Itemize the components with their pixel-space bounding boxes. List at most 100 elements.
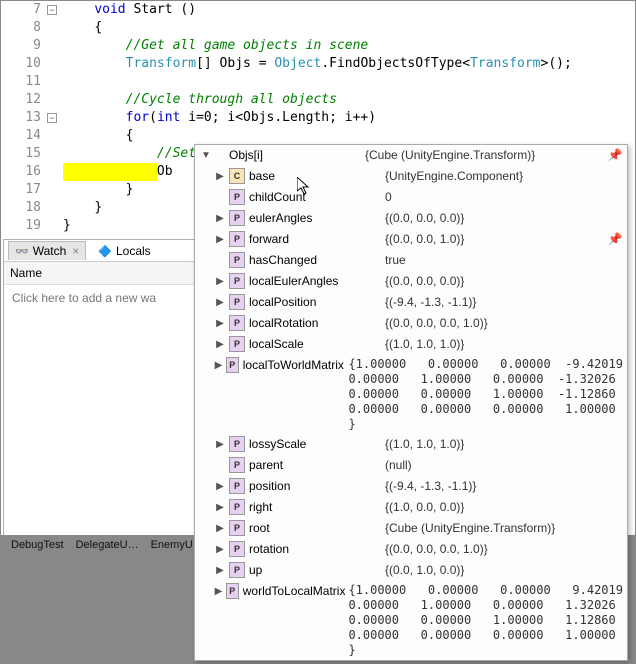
datatip-member-row[interactable]: PlocalToWorldMatrix{1.00000 0.00000 0.00… xyxy=(195,355,627,434)
member-name: right xyxy=(249,497,385,518)
member-value: {(1.0, 1.0, 1.0)} xyxy=(385,434,623,455)
property-icon: P xyxy=(229,562,245,578)
property-icon: P xyxy=(229,520,245,536)
watch-add-hint[interactable]: Click here to add a new wa xyxy=(4,285,222,311)
datatip-member-row[interactable]: Pup{(0.0, 1.0, 0.0)} xyxy=(195,560,627,581)
doc-tab[interactable]: DelegateU… xyxy=(76,539,139,551)
datatip-member-row[interactable]: Pforward{(0.0, 0.0, 1.0)}📌 xyxy=(195,229,627,250)
member-value: {(0.0, 0.0, 1.0)} xyxy=(385,229,607,250)
property-icon: P xyxy=(229,478,245,494)
expand-toggle[interactable] xyxy=(213,497,227,518)
debug-datatip[interactable]: Objs[i] {Cube (UnityEngine.Transform)} 📌… xyxy=(194,144,628,661)
code-text: .FindObjectsOfType< xyxy=(321,56,470,71)
fold-toggle[interactable]: − xyxy=(47,5,57,15)
datatip-member-row[interactable]: Pparent(null) xyxy=(195,455,627,476)
identifier-hover[interactable]: Ob xyxy=(157,164,173,179)
datatip-member-row[interactable]: Pposition{(-9.4, -1.3, -1.1)} xyxy=(195,476,627,497)
member-name: lossyScale xyxy=(249,434,385,455)
code-text xyxy=(63,164,157,179)
code-text: >(); xyxy=(541,56,572,71)
expand-toggle[interactable] xyxy=(213,355,224,376)
line-number: 14 xyxy=(1,127,41,145)
member-name: rotation xyxy=(249,539,385,560)
property-icon: P xyxy=(226,357,239,373)
line-number: 19 xyxy=(1,217,41,235)
property-icon: P xyxy=(229,210,245,226)
datatip-member-row[interactable]: Pright{(1.0, 0.0, 0.0)} xyxy=(195,497,627,518)
datatip-member-row[interactable]: PworldToLocalMatrix{1.00000 0.00000 0.00… xyxy=(195,581,627,660)
type: Transform xyxy=(126,56,196,71)
member-value: {1.00000 0.00000 0.00000 9.42019 0.00000… xyxy=(348,581,623,660)
expand-toggle[interactable] xyxy=(213,208,227,229)
datatip-member-row[interactable]: PlocalPosition{(-9.4, -1.3, -1.1)} xyxy=(195,292,627,313)
expand-toggle[interactable] xyxy=(213,313,227,334)
member-name: up xyxy=(249,560,385,581)
expand-toggle[interactable] xyxy=(213,166,227,187)
expand-toggle[interactable] xyxy=(213,434,227,455)
datatip-member-row[interactable]: Proot{Cube (UnityEngine.Transform)} xyxy=(195,518,627,539)
watch-column-name[interactable]: Name xyxy=(4,262,222,285)
brace: { xyxy=(94,20,102,35)
property-icon: P xyxy=(229,541,245,557)
fold-toggle[interactable]: − xyxy=(47,113,57,123)
member-value: {(0.0, 1.0, 0.0)} xyxy=(385,560,623,581)
datatip-member-row[interactable]: PlocalRotation{(0.0, 0.0, 0.0, 1.0)} xyxy=(195,313,627,334)
tab-locals[interactable]: Locals xyxy=(92,242,156,260)
watch-panel[interactable]: Watch × Locals Name Click here to add a … xyxy=(3,239,223,539)
property-icon: P xyxy=(229,294,245,310)
expand-toggle[interactable] xyxy=(213,334,227,355)
datatip-root-row[interactable]: Objs[i] {Cube (UnityEngine.Transform)} 📌 xyxy=(195,145,627,166)
watch-icon xyxy=(15,244,29,258)
expand-toggle[interactable] xyxy=(213,539,227,560)
property-icon: P xyxy=(229,273,245,289)
property-icon: P xyxy=(226,583,239,599)
expand-toggle[interactable] xyxy=(213,476,227,497)
member-name: root xyxy=(249,518,385,539)
member-name: worldToLocalMatrix xyxy=(243,581,349,602)
tab-watch[interactable]: Watch × xyxy=(8,241,86,260)
locals-icon xyxy=(98,244,112,258)
datatip-member-row[interactable]: PeulerAngles{(0.0, 0.0, 0.0)} xyxy=(195,208,627,229)
line-number: 17 xyxy=(1,181,41,199)
expand-toggle[interactable] xyxy=(213,581,224,602)
property-icon: P xyxy=(229,189,245,205)
pin-icon[interactable]: 📌 xyxy=(607,229,623,250)
member-value: {Cube (UnityEngine.Transform)} xyxy=(385,518,623,539)
datatip-member-row[interactable]: PhasChangedtrue xyxy=(195,250,627,271)
pin-icon[interactable]: 📌 xyxy=(607,145,623,166)
datatip-member-row[interactable]: PlocalScale{(1.0, 1.0, 1.0)} xyxy=(195,334,627,355)
datatip-member-row[interactable]: PchildCount0 xyxy=(195,187,627,208)
member-name: localScale xyxy=(249,334,385,355)
datatip-member-row[interactable]: Cbase{UnityEngine.Component} xyxy=(195,166,627,187)
doc-tab[interactable]: DebugTest xyxy=(11,539,64,551)
doc-tab[interactable]: EnemyU xyxy=(151,539,193,551)
line-number: 9 xyxy=(1,37,41,55)
datatip-member-row[interactable]: Protation{(0.0, 0.0, 0.0, 1.0)} xyxy=(195,539,627,560)
line-number: 10 xyxy=(1,55,41,73)
comment: //Get all game objects in scene xyxy=(126,38,369,53)
member-name: localPosition xyxy=(249,292,385,313)
brace: } xyxy=(63,218,71,233)
close-icon[interactable]: × xyxy=(72,244,79,258)
member-value: {(1.0, 0.0, 0.0)} xyxy=(385,497,623,518)
line-number: 8 xyxy=(1,19,41,37)
expand-toggle[interactable] xyxy=(213,271,227,292)
expand-toggle[interactable] xyxy=(213,229,227,250)
type: Transform xyxy=(470,56,540,71)
member-value: {(0.0, 0.0, 0.0, 1.0)} xyxy=(385,313,623,334)
member-value: {1.00000 0.00000 0.00000 -9.42019 0.0000… xyxy=(348,355,623,434)
member-name: localToWorldMatrix xyxy=(243,355,349,376)
expand-toggle[interactable] xyxy=(199,145,213,166)
line-number: 16 xyxy=(1,163,41,181)
expand-toggle[interactable] xyxy=(213,518,227,539)
member-value: 0 xyxy=(385,187,623,208)
datatip-root-value: {Cube (UnityEngine.Transform)} xyxy=(365,145,607,166)
member-name: hasChanged xyxy=(249,250,385,271)
expand-toggle[interactable] xyxy=(213,292,227,313)
datatip-member-row[interactable]: PlocalEulerAngles{(0.0, 0.0, 0.0)} xyxy=(195,271,627,292)
datatip-member-row[interactable]: PlossyScale{(1.0, 1.0, 1.0)} xyxy=(195,434,627,455)
line-number: 7 xyxy=(1,1,41,19)
datatip-root-name: Objs[i] xyxy=(229,145,365,166)
expand-toggle[interactable] xyxy=(213,560,227,581)
comment: //Cycle through all objects xyxy=(126,92,337,107)
